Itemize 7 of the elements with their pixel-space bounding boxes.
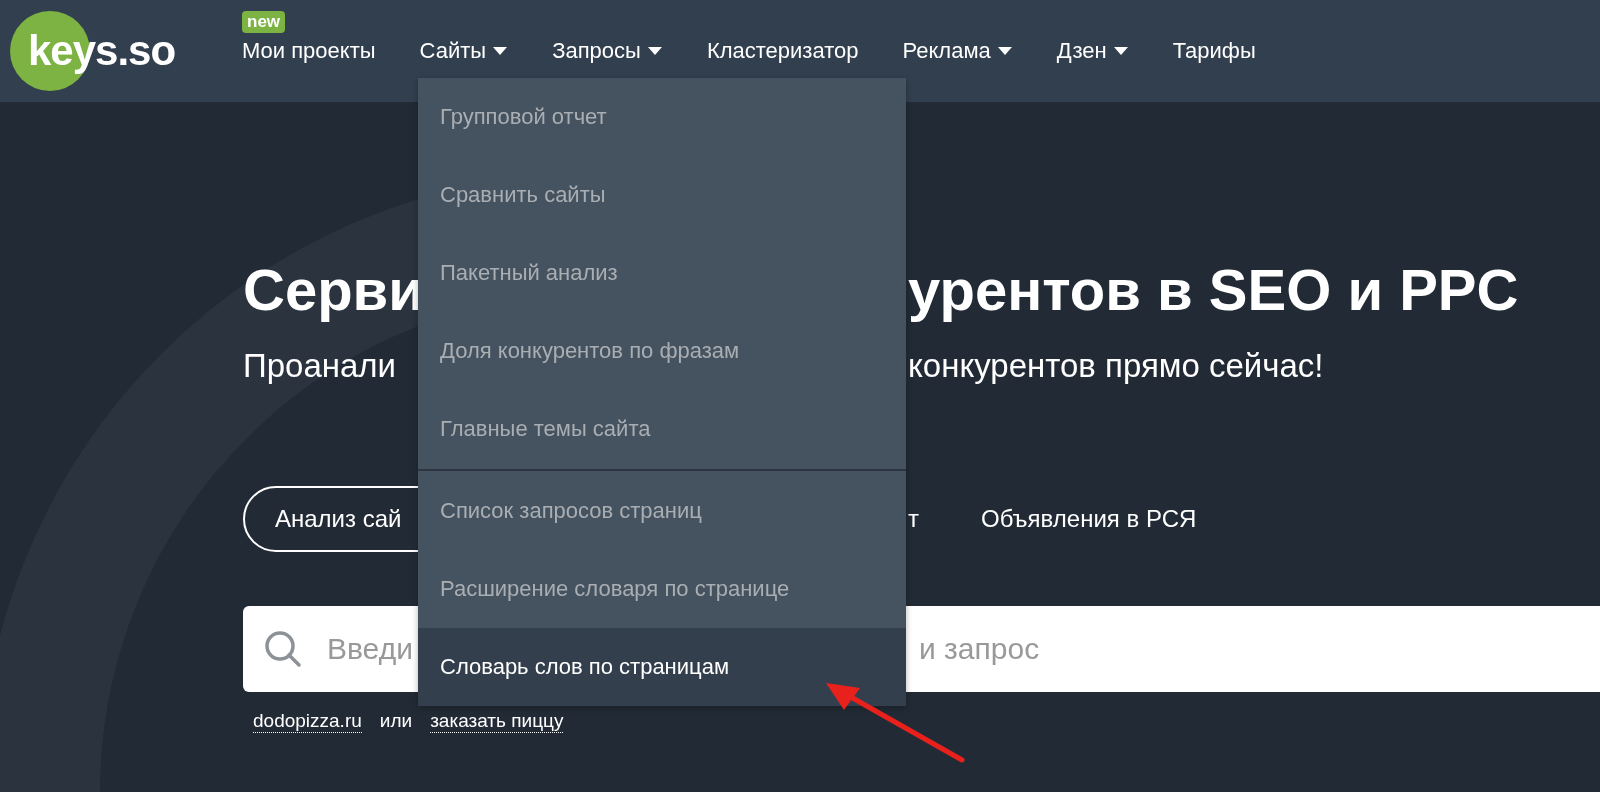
headline: Серви: [243, 256, 424, 324]
new-badge: new: [242, 11, 286, 33]
subtitle: конкурентов прямо сейчас!: [908, 346, 1324, 386]
search-hint: и запрос: [919, 632, 1040, 666]
or-text: или: [379, 710, 413, 733]
headline: урентов в SEO и PPC: [908, 256, 1519, 324]
subtitle: Проанали: [243, 346, 397, 386]
